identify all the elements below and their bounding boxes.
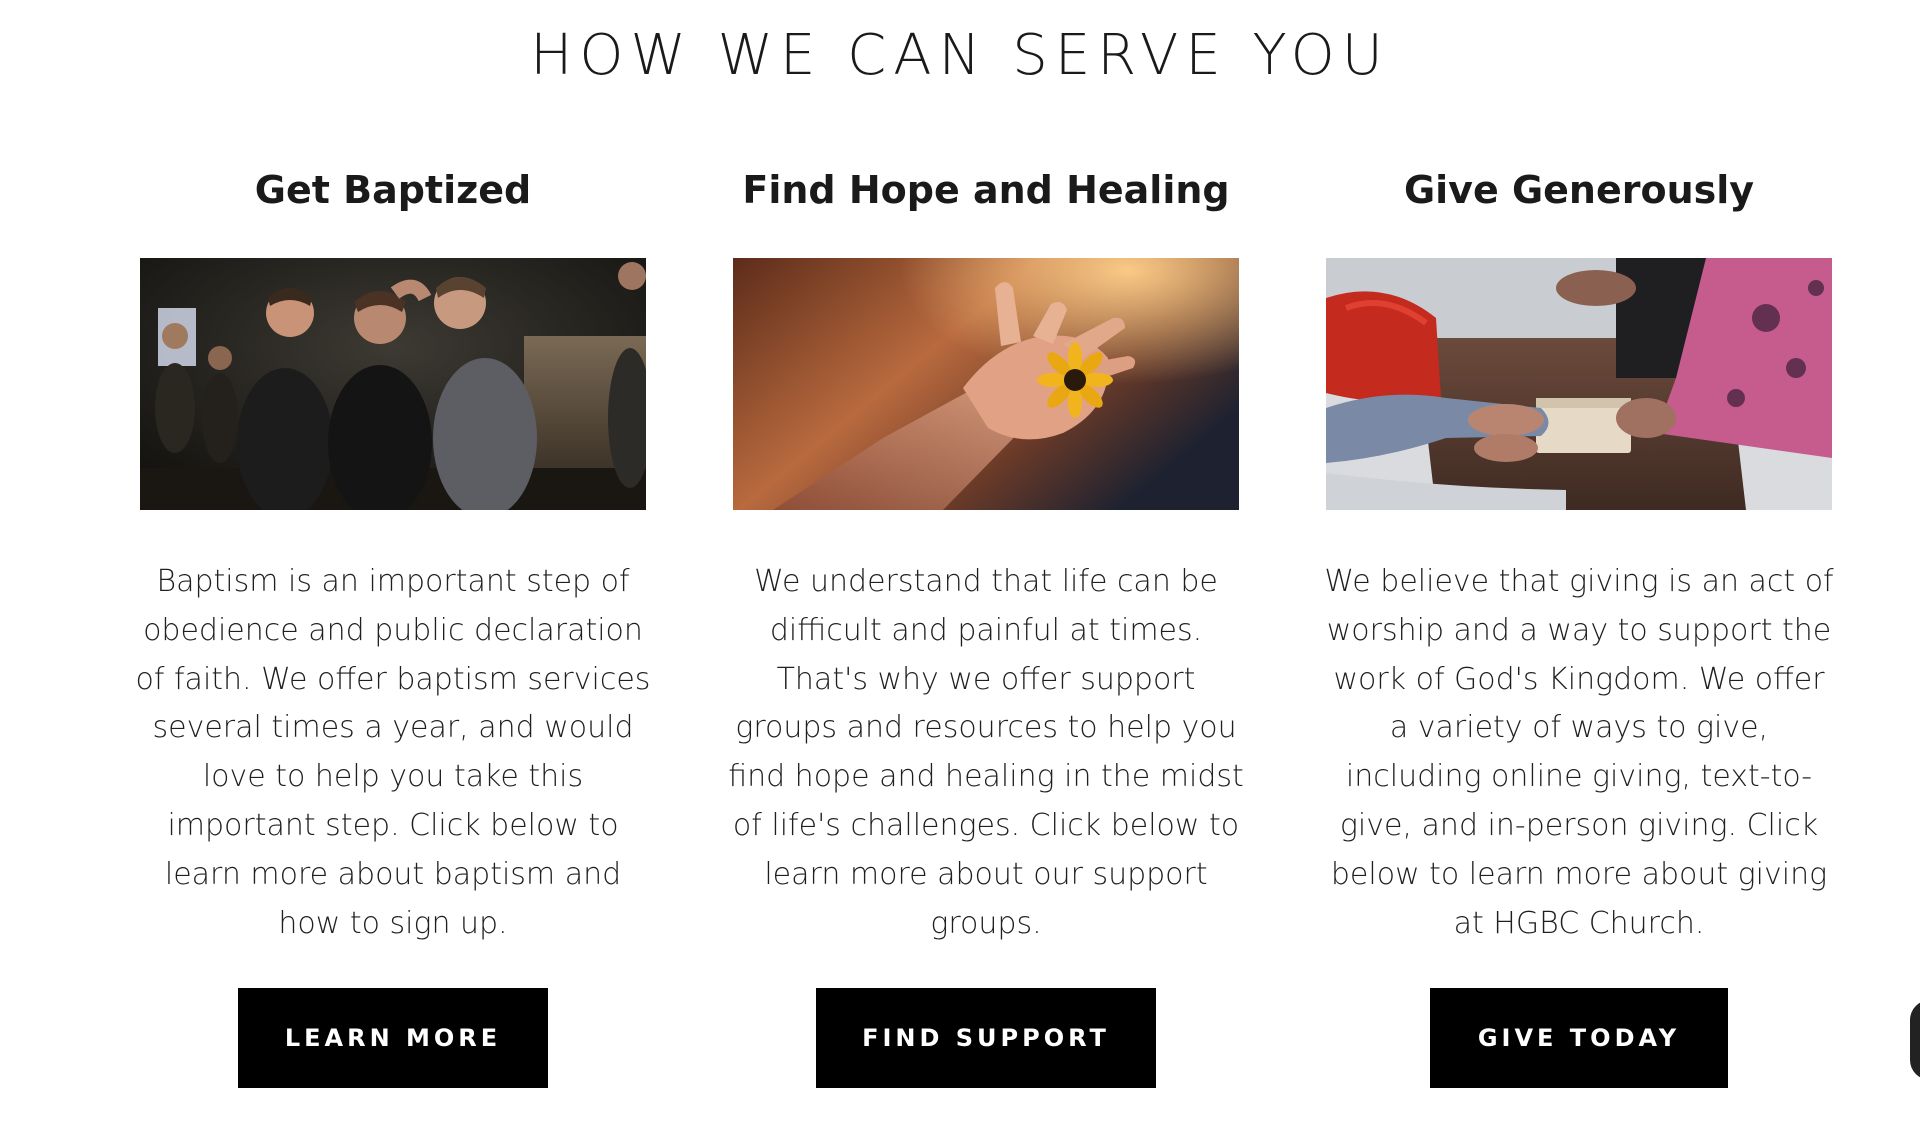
card-description: Baptism is an important step of obedienc…: [135, 564, 651, 941]
services-section: HOW WE CAN SERVE YOU Get Baptized Baptis…: [0, 0, 1920, 1132]
giving-photo: [1326, 258, 1832, 510]
card-give: Give Generously We believe that giving i…: [1324, 160, 1834, 1088]
card-title: Find Hope and Healing: [742, 168, 1230, 212]
card-description: We understand that life can be difficult…: [728, 564, 1244, 941]
chat-widget[interactable]: [1910, 1000, 1920, 1080]
card-description: We believe that giving is an act of wors…: [1324, 564, 1834, 941]
card-hope-healing: Find Hope and Healing We understand that…: [728, 160, 1244, 1088]
section-title: HOW WE CAN SERVE YOU: [530, 23, 1390, 88]
give-today-button[interactable]: GIVE TODAY: [1430, 988, 1728, 1088]
card-title: Give Generously: [1403, 168, 1755, 212]
find-support-button[interactable]: FIND SUPPORT: [816, 988, 1156, 1088]
card-baptism: Get Baptized Baptism is an important ste…: [136, 160, 650, 1088]
learn-more-button[interactable]: LEARN MORE: [238, 988, 548, 1088]
baptism-photo: [140, 258, 646, 510]
hand-flower-photo: [733, 258, 1239, 510]
card-title: Get Baptized: [254, 168, 532, 212]
